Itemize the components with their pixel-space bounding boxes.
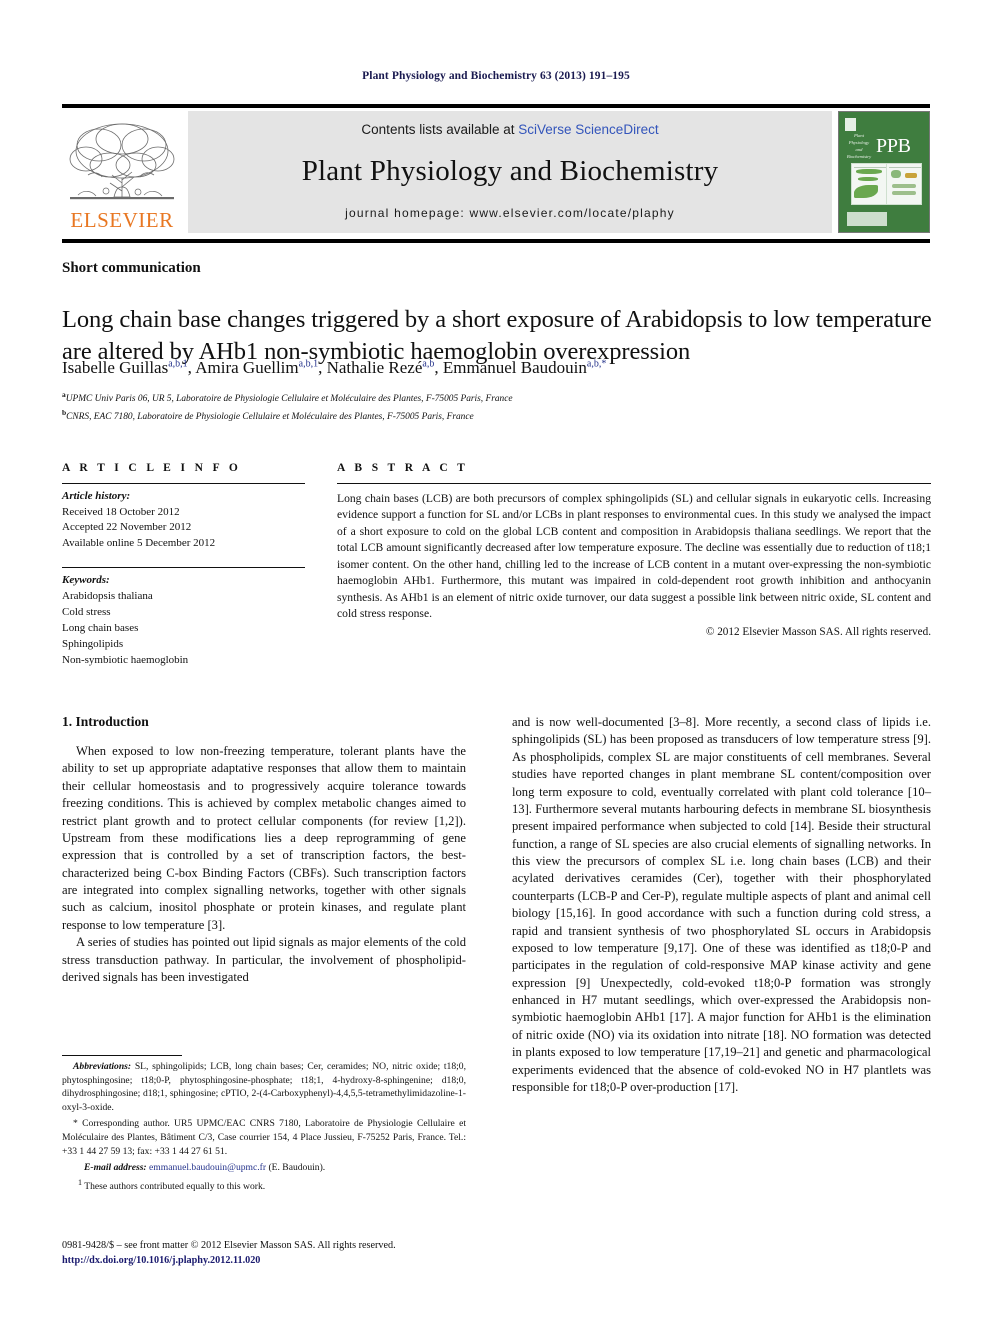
abbreviations-label: Abbreviations: [73,1061,132,1072]
imprint-front-matter: 0981-9428/$ – see front matter © 2012 El… [62,1240,396,1251]
abstract-text: Long chain bases (LCB) are both precurso… [337,492,931,621]
sciencedirect-link[interactable]: SciVerse ScienceDirect [518,122,658,137]
cover-shape [892,184,916,189]
running-head: Plant Physiology and Biochemistry 63 (20… [362,70,630,82]
journal-cover-thumbnail[interactable]: Plant Physiology and Biochemistry PPB [838,111,930,233]
article-info-divider [62,483,305,484]
cover-title-line-2: Physiology [848,140,870,146]
cover-title-line-4: Biochemistry [846,154,872,160]
article-history-block: Article history: Received 18 October 201… [62,489,305,551]
abstract-heading: A B S T R A C T [337,462,469,474]
paper-page: Plant Physiology and Biochemistry 63 (20… [0,0,992,1323]
cover-small-title: Plant Physiology and Biochemistry [843,132,875,160]
keywords-divider [62,567,305,569]
keyword-item: Sphingolipids [62,638,124,651]
footnote-email: E-mail address: emmanuel.baudouin@upmc.f… [62,1161,466,1175]
email-label: E-mail address: [84,1162,147,1174]
abstract-column: A B S T R A C T Long chain bases (LCB) a… [337,462,931,638]
footnote-corresponding-author: * Corresponding author. UR5 UPMC/EAC CNR… [62,1118,466,1157]
author-affil-marker: a,b,1 [168,358,188,370]
section-title-introduction: 1. Introduction [62,714,149,729]
cover-shape [891,170,901,179]
cover-ppb-acronym: PPB [876,135,911,158]
article-info-heading: A R T I C L E I N F O [62,462,242,474]
author-name: Nathalie Rezé [326,358,423,377]
author-affil-marker: a,b [422,358,435,370]
cover-shape [854,185,878,199]
article-info-column: A R T I C L E I N F O Article history: R… [62,462,305,669]
contents-lists-line: Contents lists available at SciVerse Sci… [361,122,658,137]
article-history-label: Article history: [62,490,131,502]
email-suffix: (E. Baudouin). [266,1162,326,1174]
cover-figure-left [852,164,887,205]
cover-line [889,167,921,169]
cover-figure [851,163,922,206]
equal-contribution-text: These authors contributed equally to thi… [84,1181,266,1193]
keyword-item: Cold stress [62,606,111,619]
history-item: Received 18 October 2012 [62,505,180,518]
cover-shape [892,191,916,196]
journal-title: Plant Physiology and Biochemistry [301,155,719,187]
affiliation-text: CNRS, EAC 7180, Laboratoire de Physiolog… [66,411,474,422]
elsevier-tree-icon [69,123,175,200]
email-address[interactable]: emmanuel.baudouin@upmc.fr [149,1162,266,1173]
elsevier-wordmark: ELSEVIER [70,208,174,232]
author-list: Isabelle Guillasa,b,1, Amira Guellima,b,… [62,358,607,377]
footnote-rule [62,1055,182,1056]
cover-inner: Plant Physiology and Biochemistry PPB [843,116,925,228]
affiliation-item: bCNRS, EAC 7180, Laboratoire de Physiolo… [62,407,932,425]
footnote-equal-contribution: 1 These authors contributed equally to t… [62,1177,466,1194]
paragraph: When exposed to low non-freezing tempera… [62,744,466,932]
header-rule-top [62,104,930,108]
doi-link[interactable]: http://dx.doi.org/10.1016/j.plaphy.2012.… [62,1253,532,1268]
cover-title-line-3: and [855,147,863,153]
abstract-copyright: © 2012 Elsevier Masson SAS. All rights r… [705,625,931,638]
cover-shape [905,173,917,179]
history-item: Available online 5 December 2012 [62,536,216,549]
header-row: ELSEVIER Contents lists available at Sci… [62,111,930,233]
affiliation-list: aUPMC Univ Paris 06, UR 5, Laboratoire d… [62,389,932,424]
imprint-block: 0981-9428/$ – see front matter © 2012 El… [62,1238,532,1269]
history-item: Accepted 22 November 2012 [62,521,192,534]
journal-homepage[interactable]: journal homepage: www.elsevier.com/locat… [345,206,675,220]
affiliation-item: aUPMC Univ Paris 06, UR 5, Laboratoire d… [62,389,932,407]
abstract-divider [337,483,931,484]
author-name: Isabelle Guillas [62,358,169,377]
author-affil-marker: a,b,1 [298,358,319,370]
cover-title-row: Plant Physiology and Biochemistry PPB [843,132,925,160]
cover-footer-badge [847,212,887,226]
affiliation-text: UPMC Univ Paris 06, UR 5, Laboratoire de… [65,394,513,405]
elsevier-logo[interactable]: ELSEVIER [62,111,182,233]
author-affil-marker: a,b,* [586,358,607,370]
paragraph: and is now well-documented [3–8]. More r… [512,715,931,1094]
keyword-item: Long chain bases [62,622,139,635]
header-rule-bottom [62,239,930,243]
footnote-block: Abbreviations: SL, sphingolipids; LCB, l… [62,1055,466,1194]
keyword-item: Arabidopsis thaliana [62,590,153,603]
cover-elsevier-icon [845,118,856,131]
keywords-label: Keywords: [62,574,110,587]
keywords-block: Keywords: Arabidopsis thaliana Cold stre… [62,573,305,669]
footnote-abbreviations: Abbreviations: SL, sphingolipids; LCB, l… [62,1060,466,1114]
paragraph: A series of studies has pointed out lipi… [62,935,466,984]
article-type: Short communication [62,260,201,276]
cover-line [854,167,886,169]
author-name: Amira Guellim [195,358,299,377]
journal-header: ELSEVIER Contents lists available at Sci… [62,104,930,243]
cover-title-line-1: Plant [854,133,864,138]
author-name: Emmanuel Baudouin [442,358,587,377]
footnote-marker: 1 [78,1177,82,1187]
header-center-band: Contents lists available at SciVerse Sci… [188,111,832,233]
cover-shape [856,169,882,175]
body-column-right: and is now well-documented [3–8]. More r… [512,714,931,1096]
contents-prefix: Contents lists available at [361,122,519,137]
cover-shape [858,177,878,182]
keyword-item: Non-symbiotic haemoglobin [62,654,189,667]
cover-figure-right [887,164,921,204]
body-column-left: 1. Introduction When exposed to low non-… [62,714,466,986]
